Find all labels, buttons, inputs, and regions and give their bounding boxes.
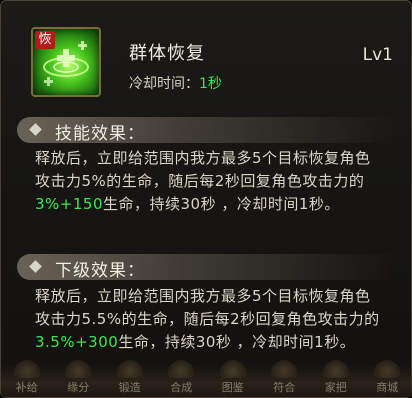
menu-orb-icon <box>168 360 195 378</box>
skill-tooltip-panel: 恢 群体恢复 Lv1 冷却时间：1秒 技能效果： 释放后，立即给范围内我方最多5… <box>0 0 412 398</box>
cooldown-value: 1秒 <box>199 76 222 92</box>
current-effect-text-end: 生命，持续30秒 ，冷却时间1秒。 <box>103 195 340 213</box>
current-effect-description: 释放后，立即给范围内我方最多5个目标恢复角色攻击力5%的生命，随后每2秒回复角色… <box>35 147 385 216</box>
menu-orb-icon <box>271 360 298 378</box>
bottom-menu-item[interactable]: 补给 <box>6 360 48 395</box>
cooldown-row: 冷却时间：1秒 <box>129 73 222 93</box>
menu-orb-icon <box>13 360 40 378</box>
next-effect-text-end: 生命，持续30秒 ，冷却时间1秒。 <box>118 333 356 351</box>
bottom-menu-bar: 补给 缘分 锻造 合成 图鉴 符合 家把 商城 <box>1 360 412 395</box>
next-effect-value: 3.5%+300 <box>35 333 119 351</box>
bottom-menu-item[interactable]: 合成 <box>160 360 202 395</box>
heal-skill-icon: 恢 <box>31 27 101 97</box>
menu-orb-icon <box>219 360 246 378</box>
bottom-menu-item[interactable]: 图鉴 <box>212 360 254 395</box>
next-effect-description: 释放后，立即给范围内我方最多5个目标恢复角色攻击力5.5%的生命，随后每2秒回复… <box>35 285 385 354</box>
next-effect-header: 下级效果： <box>17 254 397 281</box>
bottom-menu-item[interactable]: 符合 <box>263 360 305 395</box>
current-effect-header: 技能效果： <box>17 117 397 144</box>
next-effect-text: 释放后，立即给范围内我方最多5个目标恢复角色攻击力5.5%的生命，随后每2秒回复… <box>35 287 380 328</box>
bottom-menu-item[interactable]: 商城 <box>366 360 408 395</box>
current-effect-title: 技能效果： <box>55 124 145 144</box>
current-effect-value: 3%+150 <box>35 195 103 213</box>
current-effect-text: 释放后，立即给范围内我方最多5个目标恢复角色攻击力5%的生命，随后每2秒回复角色… <box>35 149 371 190</box>
diamond-bullet-icon <box>29 260 42 273</box>
skill-name: 群体恢复 <box>129 43 205 64</box>
menu-orb-icon <box>116 360 143 378</box>
bottom-menu-item[interactable]: 锻造 <box>109 360 151 395</box>
cooldown-label: 冷却时间： <box>129 76 199 92</box>
bottom-menu-item[interactable]: 缘分 <box>57 360 99 395</box>
menu-orb-icon <box>322 360 349 378</box>
skill-level: Lv1 <box>362 45 393 65</box>
diamond-bullet-icon <box>29 123 42 136</box>
bottom-menu-item[interactable]: 家把 <box>315 360 357 395</box>
next-effect-title: 下级效果： <box>55 261 145 281</box>
skill-type-tag: 恢 <box>35 31 55 49</box>
menu-orb-icon <box>65 360 92 378</box>
menu-orb-icon <box>374 360 401 378</box>
